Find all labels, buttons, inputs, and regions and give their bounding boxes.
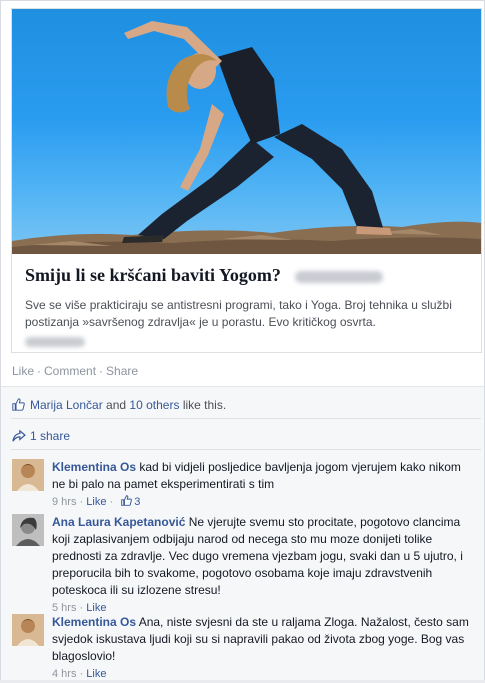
shares-link[interactable]: 1 share <box>12 429 70 443</box>
yoga-figure-illustration <box>12 21 481 254</box>
thumbs-up-icon <box>12 398 25 414</box>
comment-meta: 4 hrs · Like <box>52 666 477 683</box>
comment-meta: 9 hrs · Like · 3 <box>52 494 477 512</box>
link-title[interactable]: Smiju li se kršćani baviti Yogom? <box>25 265 384 286</box>
comment-time[interactable]: 9 hrs <box>52 496 76 508</box>
avatar[interactable] <box>12 459 44 491</box>
comment-like-count[interactable]: 3 <box>134 496 140 508</box>
post-actions: Like · Comment · Share <box>12 364 138 378</box>
feedback-section: Marija Lončar and 10 others like this. 1… <box>1 386 484 680</box>
liker-name[interactable]: Marija Lončar <box>30 398 103 412</box>
commenter-name[interactable]: Klementina Os <box>52 460 136 474</box>
separator: · <box>99 364 104 378</box>
comment-like-link[interactable]: Like <box>86 496 106 508</box>
blurred-source <box>25 337 85 347</box>
separator: · <box>109 496 114 508</box>
share-link[interactable]: Share <box>106 364 138 378</box>
link-title-text[interactable]: Smiju li se kršćani baviti Yogom? <box>25 265 281 285</box>
share-arrow-icon <box>12 429 26 442</box>
likes-and: and <box>106 398 127 412</box>
others-link[interactable]: 10 others <box>129 398 179 412</box>
comment-time[interactable]: 4 hrs <box>52 668 76 680</box>
link-description: Sve se više prakticiraju se antistresni … <box>25 298 452 329</box>
link-preview-card[interactable]: Smiju li se kršćani baviti Yogom? Sve se… <box>11 8 482 353</box>
comment-link[interactable]: Comment <box>44 364 96 378</box>
post-container: Smiju li se kršćani baviti Yogom? Sve se… <box>0 0 485 680</box>
likes-suffix: like this. <box>182 398 227 412</box>
separator: · <box>79 668 84 680</box>
like-link[interactable]: Like <box>12 364 34 378</box>
avatar[interactable] <box>12 614 44 646</box>
shares-count[interactable]: 1 share <box>30 429 70 443</box>
yoga-photo[interactable] <box>12 9 481 254</box>
comment-like-link[interactable]: Like <box>86 668 106 680</box>
avatar[interactable] <box>12 514 44 546</box>
commenter-name[interactable]: Klementina Os <box>52 615 136 629</box>
divider <box>11 449 481 450</box>
comment-like-link[interactable]: Like <box>86 602 106 614</box>
commenter-name[interactable]: Ana Laura Kapetanović <box>52 515 185 529</box>
separator: · <box>79 496 84 508</box>
separator: · <box>37 364 42 378</box>
divider <box>11 418 481 419</box>
likes-summary: Marija Lončar and 10 others like this. <box>12 398 226 414</box>
blurred-domain <box>295 270 384 283</box>
comment-time[interactable]: 5 hrs <box>52 602 76 614</box>
thumbs-up-icon <box>121 495 133 512</box>
separator: · <box>79 602 84 614</box>
